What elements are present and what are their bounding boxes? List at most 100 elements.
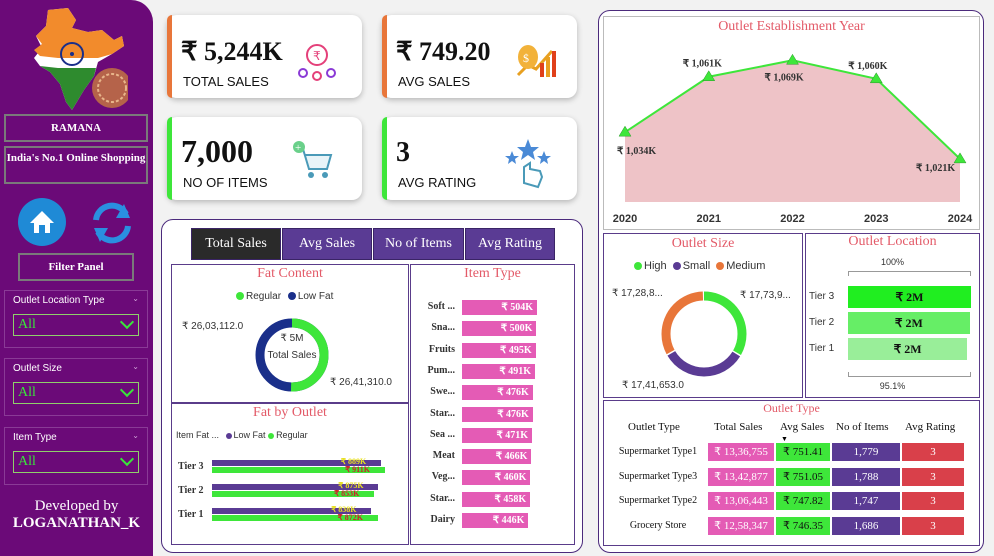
col-header-total-sales[interactable]: Total Sales	[714, 421, 762, 433]
cell-total-sales: ₹ 12,58,347	[708, 516, 774, 535]
legend-title: Item Fat ...	[176, 430, 220, 440]
outlet-type-name: Grocery Store	[629, 519, 687, 531]
tier-label: Tier 2	[178, 485, 204, 496]
item-type-bar: ₹ 500K	[462, 321, 537, 337]
outlet-type-name: Supermarket Type2	[618, 495, 698, 506]
label-regular: ₹ 26,41,310.0	[330, 377, 392, 388]
fat-by-outlet-card: Fat by Outlet Item Fat ... Low Fat Regul…	[171, 403, 409, 545]
svg-text:+: +	[295, 142, 301, 154]
tab-avg-sales[interactable]: Avg Sales	[282, 228, 372, 260]
refresh-icon	[93, 202, 131, 244]
label-small: ₹ 17,41,653.0	[622, 380, 684, 391]
item-type-label: Pum...	[427, 364, 456, 376]
legend-high: High	[644, 260, 667, 272]
bar-label-regular: ₹ 853K	[334, 489, 360, 498]
chevron-down-icon	[119, 451, 135, 467]
cell-no-of-items: 1,779	[832, 443, 900, 461]
legend-low-fat: Low Fat	[297, 291, 334, 302]
tier-label: Tier 1	[809, 343, 835, 354]
kpi-value: ₹ 5,244K	[181, 37, 283, 66]
data-label: ₹ 1,069K	[765, 72, 804, 83]
establishment-year-chart: ₹ 1,034K 2020 ₹ 1,061K 2021 ₹ 1,069K 2022 ₹ 1,…	[613, 53, 973, 225]
cell-no-of-items: 1,747	[832, 492, 900, 510]
tier-label: Tier 3	[809, 291, 835, 302]
refresh-button[interactable]	[88, 198, 136, 246]
outlet-size-card: Outlet Size High Small Medium ₹ 17,28,8.…	[603, 233, 803, 398]
location-bar: ₹ 2M	[848, 312, 970, 334]
cell-avg-sales: ₹ 746.35	[776, 516, 830, 535]
kpi-value: 3	[396, 137, 410, 168]
outlet-size-title: Outlet Size	[671, 236, 735, 251]
legend-regular: Regular	[246, 291, 282, 302]
fat-by-outlet-legend: Item Fat ... Low Fat Regular	[176, 430, 308, 440]
cell-total-sales: ₹ 13,36,755	[708, 443, 774, 461]
cell-avg-rating: 3	[902, 492, 964, 510]
home-button[interactable]	[18, 198, 66, 246]
footer-developer-name: LOGANATHAN_K	[12, 515, 141, 531]
item-type-bar: ₹ 460K	[462, 470, 531, 486]
item-type-bar: ₹ 471K	[462, 427, 533, 443]
tab-total-sales[interactable]: Total Sales	[191, 228, 281, 260]
data-label: ₹ 1,061K	[683, 59, 722, 70]
card-accent	[382, 15, 387, 98]
label-high: ₹ 17,73,9...	[740, 290, 791, 301]
col-header-avg-sales[interactable]: Avg Sales	[780, 421, 824, 433]
col-header-no-of-items[interactable]: No of Items	[836, 421, 889, 433]
card-accent	[167, 15, 172, 98]
tab-no-of-items[interactable]: No of Items	[373, 228, 464, 260]
item-type-select[interactable]: All	[13, 451, 139, 473]
outlet-type-name: Supermarket Type1	[618, 446, 698, 457]
outlet-location-card: Outlet Location 100% 95.1% Tier 3 ₹ 2M Tie…	[805, 233, 980, 398]
col-header-avg-rating[interactable]: Avg Rating	[905, 421, 955, 433]
bar-label-regular: ₹ 872K	[337, 513, 363, 522]
select-value: All	[18, 385, 36, 400]
x-tick-label: 2023	[864, 213, 888, 225]
cell-no-of-items: 1,686	[832, 516, 900, 535]
outlet-location-select[interactable]: All	[13, 314, 139, 336]
item-type-bar: ₹ 476K	[462, 406, 533, 422]
x-tick-label: 2024	[948, 213, 973, 225]
x-tick-label: 2021	[697, 213, 721, 225]
svg-text:₹: ₹	[313, 49, 321, 63]
item-type-title: Item Type	[464, 266, 521, 281]
outlet-type-card: Outlet Type Outlet Type Total Sales Avg …	[603, 400, 980, 546]
item-type-bar: ₹ 476K	[462, 385, 533, 401]
cell-avg-rating: 3	[902, 443, 964, 461]
item-type-label: Soft ...	[427, 301, 455, 312]
kpi-caption: NO OF ITEMS	[183, 175, 268, 190]
fat-by-outlet-title: Fat by Outlet	[253, 405, 327, 420]
tier-label: Tier 1	[178, 509, 204, 520]
data-label: ₹ 1,021K	[916, 163, 955, 174]
x-tick-label: 2022	[780, 213, 804, 225]
kpi-no-of-items: 7,000 NO OF ITEMS +	[167, 117, 362, 200]
chevron-down-icon	[119, 314, 135, 330]
shopping-cart-icon: +	[293, 141, 333, 178]
chevron-down-icon: ⌄	[132, 362, 139, 371]
item-type-label: Dairy	[430, 514, 455, 525]
kpi-value: ₹ 749.20	[396, 37, 491, 66]
legend-dot	[236, 292, 244, 301]
filter-panel-label: Filter Panel	[18, 253, 134, 281]
legend-dot	[225, 432, 232, 439]
star-rating-hand-icon	[505, 139, 551, 189]
tab-avg-rating[interactable]: Avg Rating	[465, 228, 555, 260]
item-type-label: Star...	[430, 492, 455, 504]
kpi-value: 7,000	[181, 133, 253, 169]
legend-dot	[268, 432, 275, 439]
sales-network-icon: ₹	[298, 44, 336, 81]
filter-item-type: Item Type ⌄ All	[4, 427, 148, 485]
col-header-outlet-type[interactable]: Outlet Type	[628, 421, 680, 433]
item-type-bar: ₹ 458K	[462, 491, 531, 507]
item-type-bar: ₹ 491K	[462, 363, 536, 379]
bottom-scale	[848, 372, 971, 377]
filter-outlet-size: Outlet Size ⌄ All	[4, 358, 148, 416]
outlet-size-select[interactable]: All	[13, 382, 139, 404]
cell-total-sales: ₹ 13,06,443	[708, 492, 774, 510]
data-point	[786, 53, 799, 65]
kpi-avg-rating: 3 AVG RATING	[382, 117, 577, 200]
filter-label: Item Type	[13, 432, 57, 443]
footer-developed-by: Developed by	[34, 498, 119, 514]
chevron-down-icon: ⌄	[132, 431, 139, 440]
chevron-down-icon	[119, 382, 135, 398]
item-type-label: Sna...	[431, 322, 455, 334]
